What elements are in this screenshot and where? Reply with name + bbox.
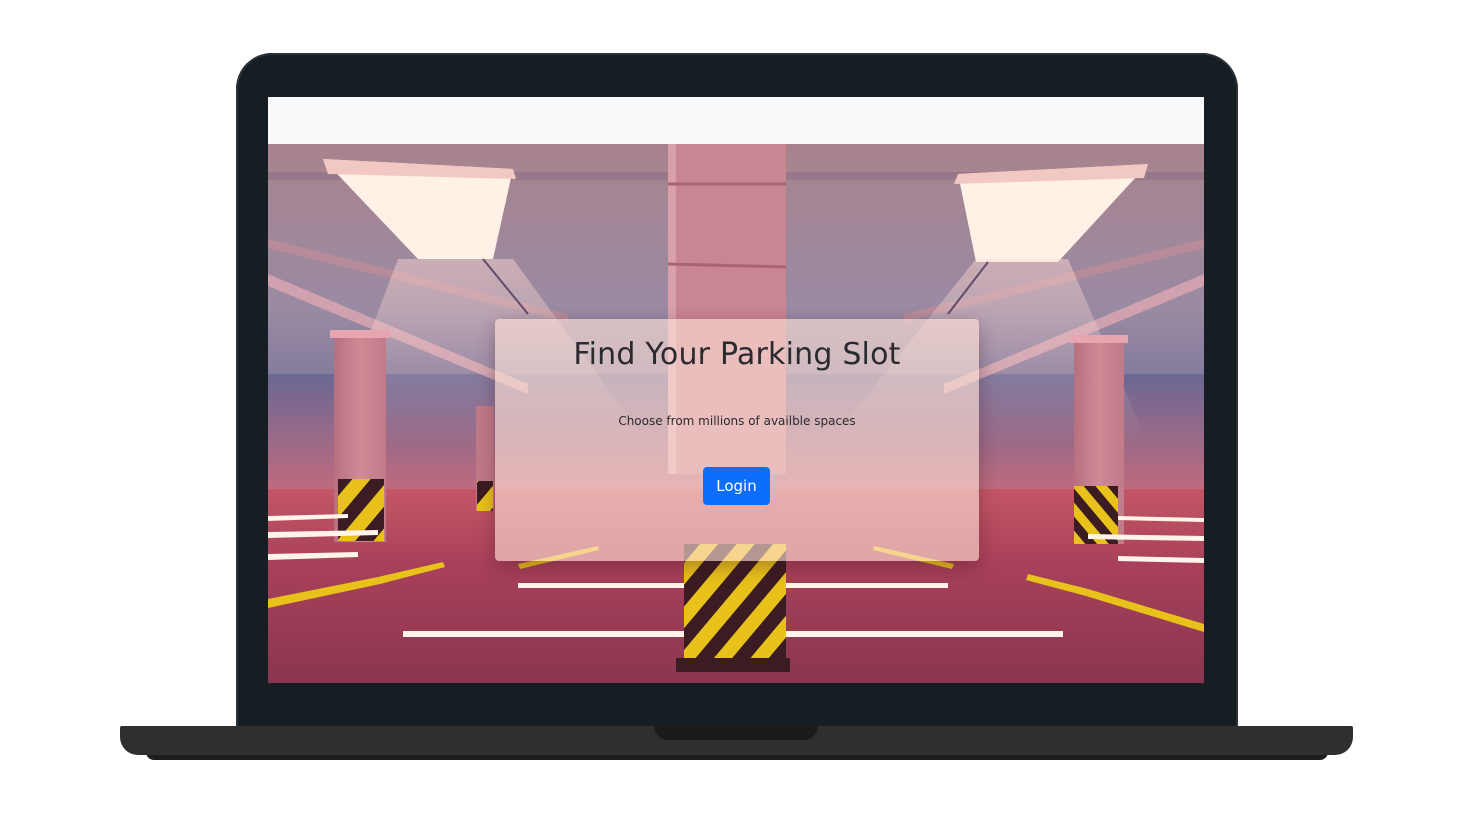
hero-card: Find Your Parking Slot Choose from milli… [495, 319, 979, 561]
hero-subtitle: Choose from millions of availble spaces [618, 414, 856, 428]
laptop-mockup: Find Your Parking Slot Choose from milli… [0, 0, 1470, 827]
laptop-screen: Find Your Parking Slot Choose from milli… [268, 97, 1204, 683]
navbar [268, 97, 1204, 144]
parking-garage-background: Find Your Parking Slot Choose from milli… [268, 144, 1204, 683]
login-button[interactable]: Login [703, 467, 770, 505]
hero-title: Find Your Parking Slot [573, 337, 901, 372]
laptop-hinge-notch [654, 726, 818, 740]
